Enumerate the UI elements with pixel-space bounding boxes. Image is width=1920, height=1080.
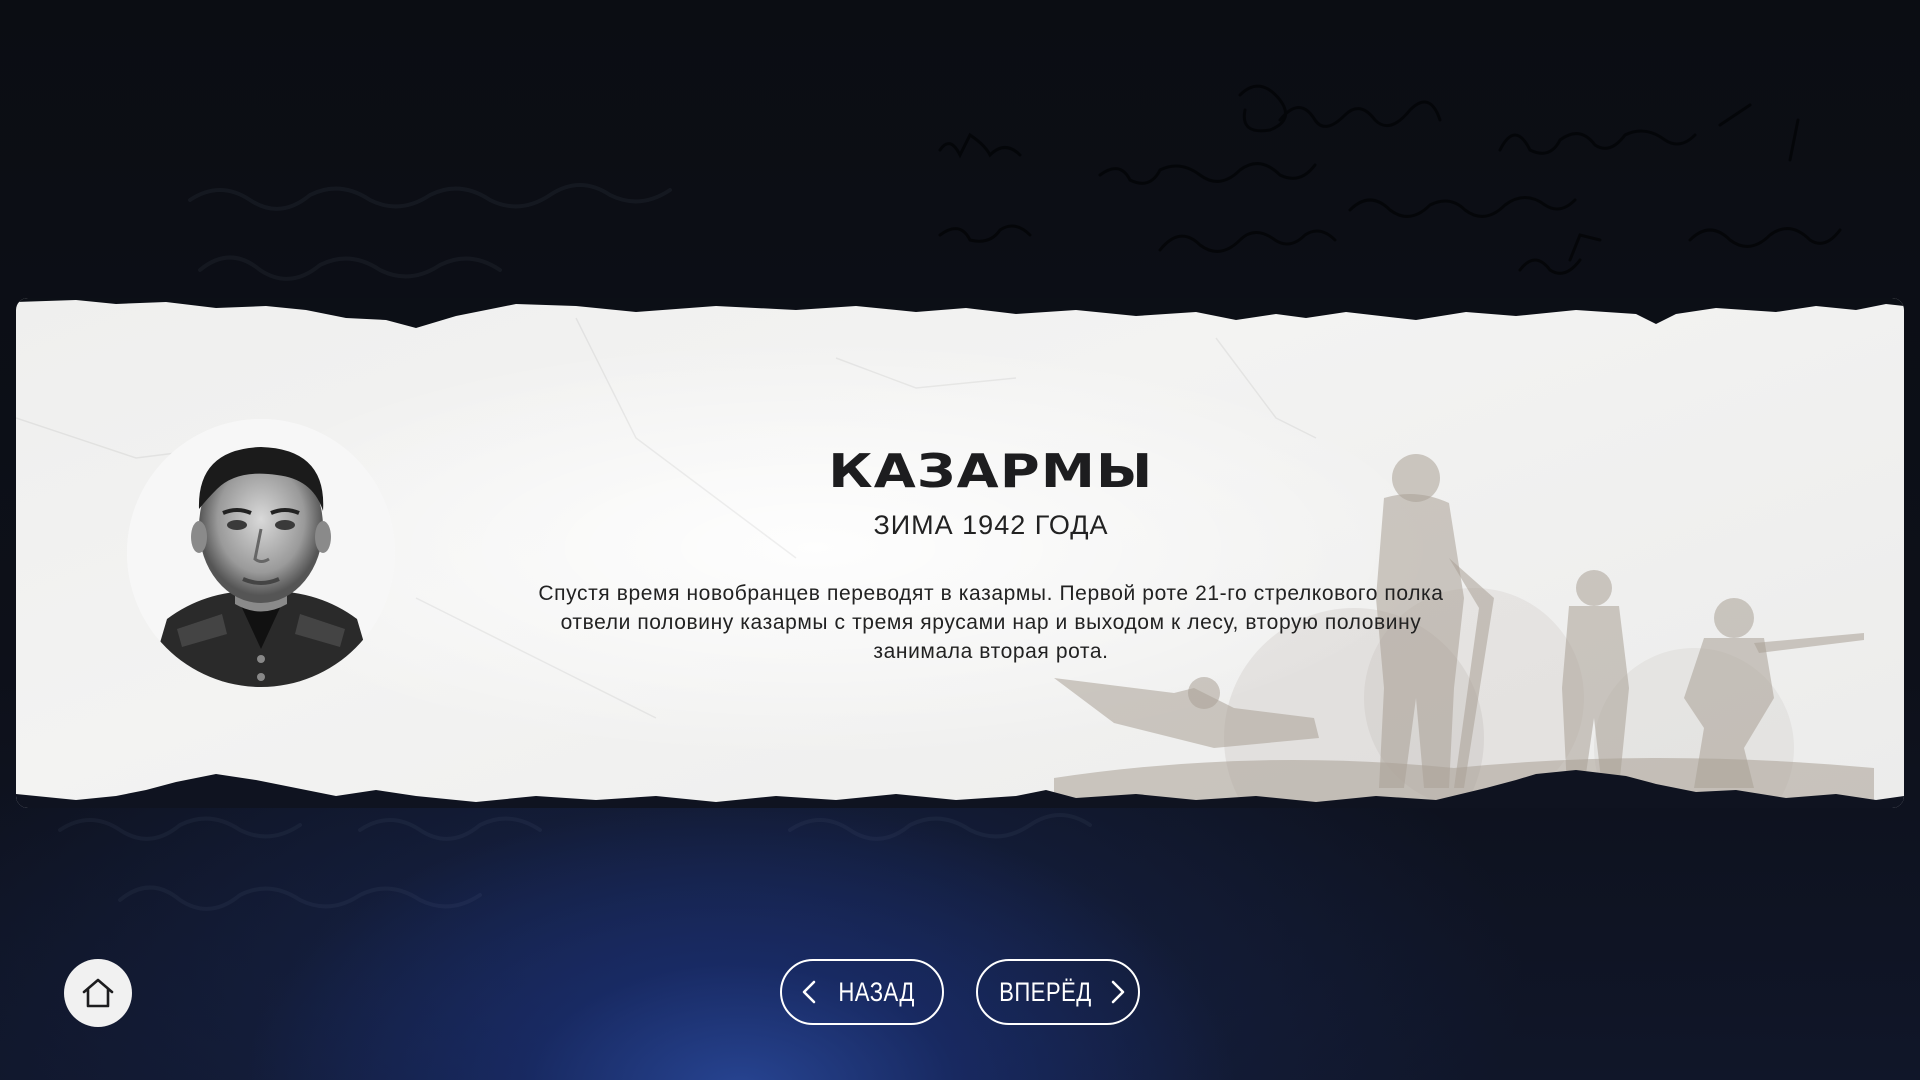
home-icon (82, 978, 114, 1008)
back-button-label: НАЗАД (838, 976, 916, 1007)
soldier-portrait (127, 419, 395, 687)
back-button[interactable]: НАЗАД (780, 959, 944, 1025)
torn-edge-top (16, 298, 1904, 328)
page-background: КАЗАРМЫ ЗИМА 1942 ГОДА Спустя время ново… (0, 0, 1920, 1080)
torn-edge-bottom (16, 770, 1904, 808)
page-title: КАЗАРМЫ (828, 444, 1154, 498)
story-card: КАЗАРМЫ ЗИМА 1942 ГОДА Спустя время ново… (16, 298, 1904, 808)
next-button[interactable]: ВПЕРЁД (976, 959, 1140, 1025)
chevron-right-icon (1112, 980, 1125, 1004)
next-button-label: ВПЕРЁД (998, 976, 1092, 1007)
story-text: Спустя время новобранцев переводят в каз… (538, 582, 1444, 663)
card-content: КАЗАРМЫ ЗИМА 1942 ГОДА Спустя время ново… (506, 448, 1476, 666)
page-subtitle: ЗИМА 1942 ГОДА (873, 510, 1109, 540)
chevron-left-icon (803, 980, 816, 1004)
home-button[interactable] (64, 959, 132, 1027)
